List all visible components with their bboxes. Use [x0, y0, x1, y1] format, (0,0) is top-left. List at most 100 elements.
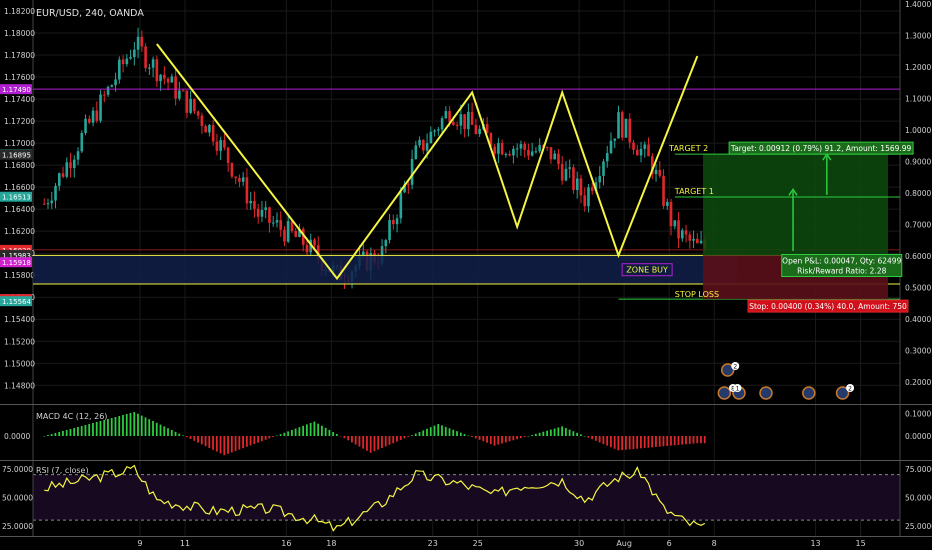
- macd-bar: [133, 412, 136, 436]
- candle-body: [140, 36, 144, 47]
- macd-bar: [688, 436, 691, 444]
- candle-body: [46, 203, 50, 205]
- rsi-left-tick: 75.0000: [2, 465, 33, 474]
- macd-bar: [155, 422, 158, 436]
- price-tick-label: 1.16200: [4, 227, 35, 236]
- macd-bar: [542, 431, 545, 436]
- candle-body: [444, 111, 448, 119]
- macd-bar: [531, 434, 533, 436]
- candle-body: [463, 114, 466, 130]
- macd-bar: [478, 436, 481, 440]
- macd-bar: [636, 436, 639, 449]
- macd-bar: [309, 423, 312, 436]
- candle-body: [696, 238, 699, 244]
- macd-bar: [467, 435, 470, 437]
- macd-bar: [538, 432, 541, 436]
- trading-chart[interactable]: 1.18200 1.18000 1.17800 1.17600 1.17400 1.172…: [0, 0, 932, 550]
- candle-body: [69, 162, 72, 168]
- right-tick-label: 1.1000: [905, 95, 931, 104]
- macd-bar: [343, 436, 346, 439]
- macd-bar: [703, 436, 706, 444]
- candle-body: [699, 240, 703, 244]
- macd-bar: [403, 436, 406, 439]
- candle-body: [230, 163, 234, 177]
- macd-bar: [80, 426, 83, 436]
- candle-body: [151, 59, 155, 68]
- open-pnl-text: Open P&L: 0.00047, Qty: 62499: [782, 256, 901, 265]
- candle-body: [204, 126, 207, 133]
- macd-bar: [88, 424, 91, 436]
- candle-body: [632, 142, 635, 150]
- price-tick-label: 1.18200: [4, 7, 35, 16]
- candle-body: [223, 140, 226, 148]
- candle-body: [493, 146, 496, 154]
- macd-bar: [418, 432, 421, 436]
- right-tick-label: 1.2000: [905, 63, 931, 72]
- macd-bar: [351, 436, 353, 443]
- candle-body: [669, 201, 673, 227]
- price-tick-label: 1.15200: [4, 337, 35, 346]
- right-tick-label: 0.7000: [905, 221, 931, 230]
- candle-body: [418, 139, 421, 146]
- macd-bar: [557, 427, 560, 436]
- macd-bar: [185, 436, 188, 438]
- macd-bar: [129, 413, 132, 436]
- macd-bar: [625, 436, 627, 450]
- macd-bar: [568, 429, 571, 436]
- candle-body: [564, 168, 568, 181]
- macd-bar: [321, 425, 323, 436]
- macd-bar: [579, 434, 582, 436]
- macd-bar: [647, 436, 650, 448]
- macd-bar: [170, 430, 173, 436]
- candle-body: [504, 153, 508, 155]
- macd-bar: [651, 436, 654, 448]
- time-tick-label: 16: [281, 539, 291, 548]
- candle-body: [264, 207, 268, 210]
- macd-bar: [73, 428, 76, 436]
- macd-title: MACD 4C (12, 26): [36, 412, 107, 421]
- candle-body: [534, 151, 538, 153]
- macd-bar: [508, 436, 511, 442]
- macd-bar: [534, 433, 537, 436]
- right-tick-label: 0.3000: [905, 347, 931, 356]
- price-tick-label: 1.17600: [4, 73, 35, 82]
- macd-bar: [591, 436, 594, 440]
- candle-body: [84, 118, 87, 133]
- event-flag-icon: [802, 386, 816, 400]
- macd-bar: [602, 436, 605, 444]
- price-tick-label: 1.18000: [4, 29, 35, 38]
- candle-body: [620, 112, 624, 138]
- macd-bar: [354, 436, 357, 445]
- macd-bar: [392, 436, 395, 444]
- macd-bar: [444, 426, 447, 436]
- macd-bar: [696, 436, 699, 444]
- candle-body: [61, 173, 65, 177]
- candle-body: [215, 141, 219, 151]
- candle-body: [118, 59, 121, 80]
- candle-body: [159, 74, 162, 82]
- macd-bar: [366, 436, 368, 451]
- macd-bar: [283, 432, 286, 436]
- price-tick-label: 1.14800: [4, 381, 35, 390]
- macd-bar: [519, 436, 522, 439]
- candle-body: [238, 178, 241, 182]
- macd-bar: [65, 430, 68, 436]
- stop-info-text: Stop: 0.00400 (0.34%) 40.0, Amount: 750: [749, 302, 907, 311]
- candle-body: [211, 124, 215, 142]
- target2-label: TARGET 2: [668, 144, 708, 153]
- candle-body: [598, 175, 602, 183]
- candle-body: [241, 177, 245, 182]
- price-marker-text: 1.17490: [2, 86, 31, 94]
- price-tick-label: 1.17200: [4, 117, 35, 126]
- macd-bar: [58, 432, 61, 436]
- macd-bar: [212, 436, 214, 450]
- candle-body: [133, 49, 136, 58]
- candle-body: [388, 219, 391, 241]
- time-tick-label: 23: [428, 539, 438, 548]
- candle-body: [148, 67, 151, 69]
- candle-body: [80, 132, 84, 152]
- macd-bar: [287, 431, 290, 436]
- macd-bar: [264, 436, 267, 440]
- candle-body: [422, 139, 425, 151]
- price-tick-label: 1.16800: [4, 161, 35, 170]
